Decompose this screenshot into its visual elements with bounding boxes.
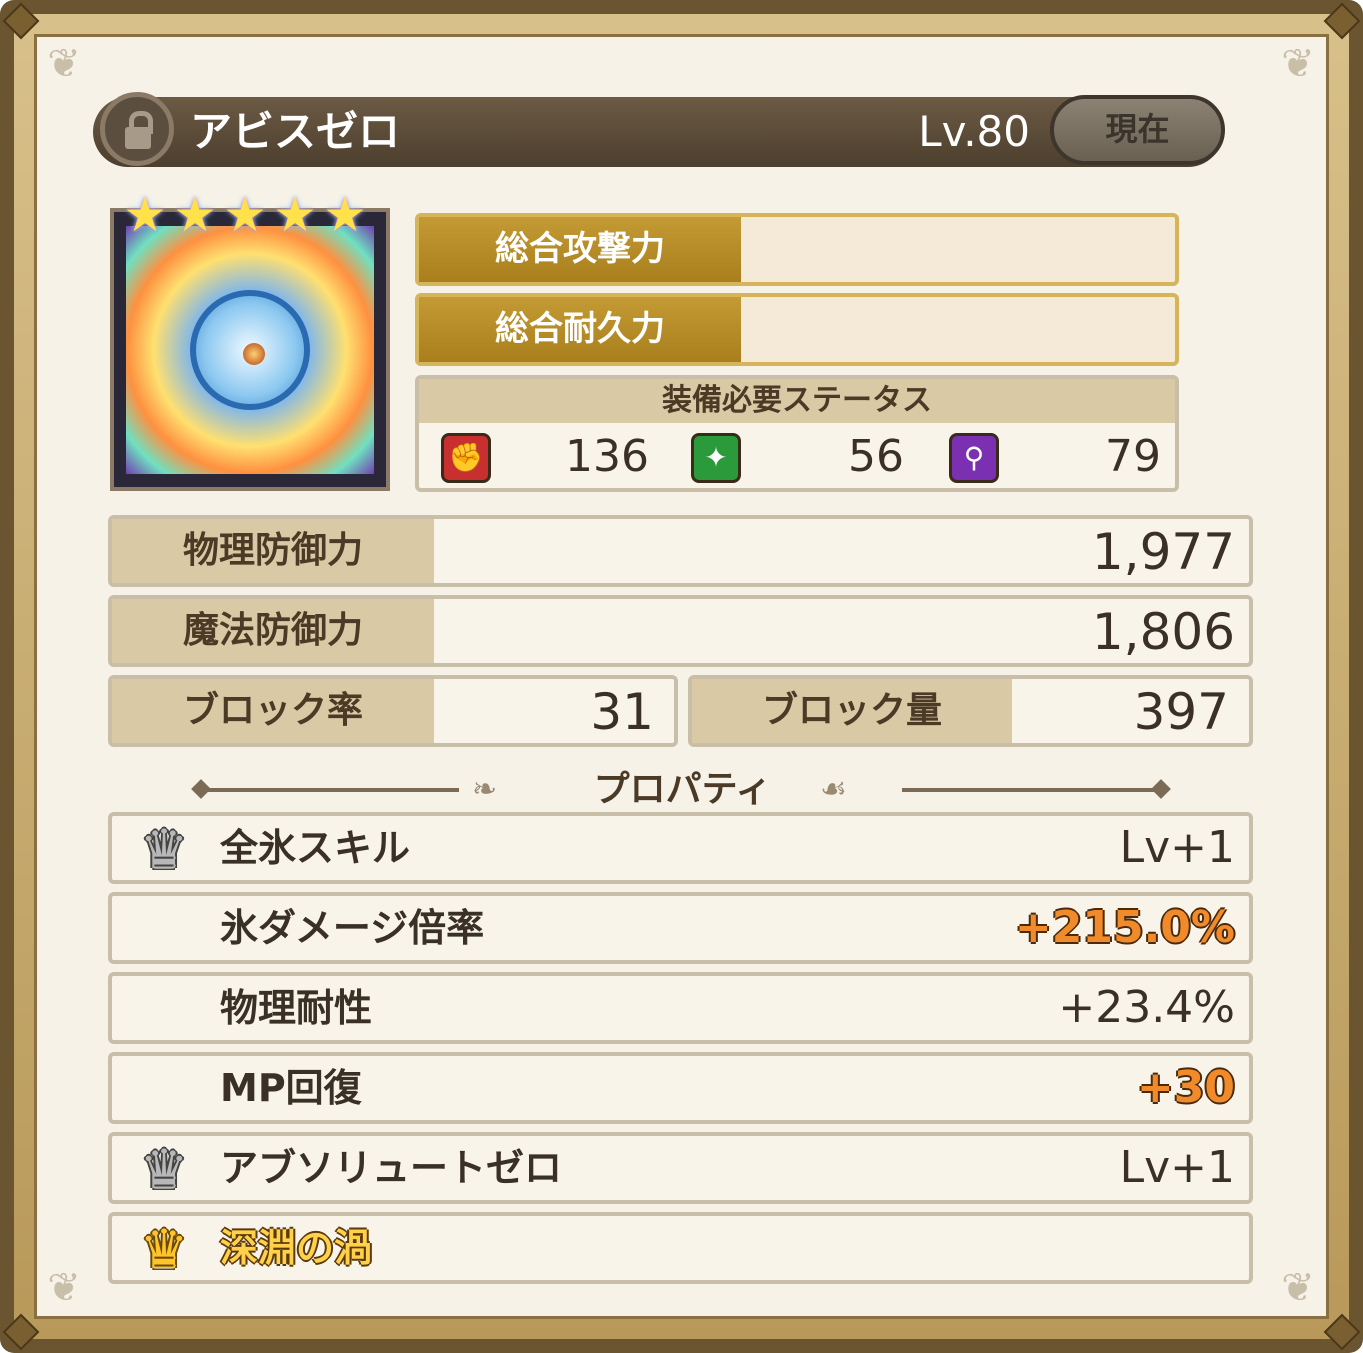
block-amount-row: ブロック量 397 xyxy=(688,675,1253,747)
lock-body xyxy=(125,127,151,149)
properties-title: プロパティ xyxy=(593,769,772,810)
properties-divider: ❧ プロパティ ☙ xyxy=(190,770,1175,810)
item-name: アビスゼロ xyxy=(190,107,401,156)
property-row: ♛ 深淵の渦 xyxy=(108,1212,1253,1284)
divider-line xyxy=(902,788,1160,792)
property-value: Lv+1 xyxy=(1119,822,1235,873)
physical-defense-label: 物理防御力 xyxy=(112,519,434,583)
corner-ornament-icon: ❦ xyxy=(47,1265,81,1311)
requirement-value: 79 xyxy=(1105,431,1161,482)
item-level: Lv.80 xyxy=(918,107,1030,156)
physical-defense-row: 物理防御力 1,977 xyxy=(108,515,1253,587)
block-rate-row: ブロック率 31 xyxy=(108,675,678,747)
property-name: 物理耐性 xyxy=(220,986,373,1030)
divider-dot xyxy=(1151,779,1171,799)
flourish-icon: ☙ xyxy=(820,772,847,807)
magic-defense-value: 1,806 xyxy=(1091,603,1235,661)
block-rate-label: ブロック率 xyxy=(112,679,434,743)
crown-icon: ♛ xyxy=(139,1138,189,1201)
property-row: 物理耐性 +23.4% xyxy=(108,972,1253,1044)
block-amount-value: 397 xyxy=(1133,683,1229,741)
total-attack-label: 総合攻撃力 xyxy=(419,217,741,282)
flourish-icon: ❧ xyxy=(472,772,498,807)
item-icon xyxy=(110,208,390,491)
shield-icon xyxy=(190,290,310,410)
block-rate-value: 31 xyxy=(590,683,654,741)
star-icon: ★ xyxy=(223,187,267,243)
property-row: ♛ 全氷スキル Lv+1 xyxy=(108,812,1253,884)
total-durability-row: 総合耐久力 xyxy=(415,293,1179,366)
item-artwork xyxy=(126,226,374,474)
divider-line xyxy=(204,788,459,792)
property-name: 全氷スキル xyxy=(220,826,411,870)
crown-icon: ♛ xyxy=(139,1218,189,1281)
property-row: ♛ アブソリュートゼロ Lv+1 xyxy=(108,1132,1253,1204)
property-name: アブソリュートゼロ xyxy=(220,1146,563,1190)
property-row: 氷ダメージ倍率 +215.0% xyxy=(108,892,1253,964)
lock-toggle[interactable] xyxy=(100,92,174,166)
magic-defense-label: 魔法防御力 xyxy=(112,599,434,663)
crown-icon: ♛ xyxy=(139,818,189,881)
star-icon: ★ xyxy=(323,187,367,243)
corner-ornament-icon: ❦ xyxy=(1281,1265,1315,1311)
requirement-value: 56 xyxy=(848,431,904,482)
sparkle-icon: ✦ xyxy=(691,433,741,483)
physical-defense-value: 1,977 xyxy=(1091,523,1235,581)
requirements-box: 装備必要ステータス ✊ 136 ✦ 56 ⚲ 79 xyxy=(415,375,1179,492)
corner-ornament-icon: ❦ xyxy=(1281,41,1315,87)
requirements-title: 装備必要ステータス xyxy=(419,379,1175,423)
requirement-value: 136 xyxy=(565,431,649,482)
property-name: 氷ダメージ倍率 xyxy=(220,906,485,950)
star-icon: ★ xyxy=(273,187,317,243)
property-name: 深淵の渦 xyxy=(220,1226,373,1270)
property-name: MP回復 xyxy=(220,1066,362,1110)
current-button[interactable]: 現在 xyxy=(1050,95,1225,165)
star-icon: ★ xyxy=(173,187,217,243)
gem-icon xyxy=(243,343,265,365)
property-value: Lv+1 xyxy=(1119,1142,1235,1193)
property-value: +30 xyxy=(1136,1062,1235,1113)
star-icon: ★ xyxy=(123,187,167,243)
fist-icon: ✊ xyxy=(441,433,491,483)
property-value: +215.0% xyxy=(1014,902,1235,953)
total-durability-label: 総合耐久力 xyxy=(419,297,741,362)
block-amount-label: ブロック量 xyxy=(692,679,1012,743)
total-attack-row: 総合攻撃力 xyxy=(415,213,1179,286)
corner-ornament-icon: ❦ xyxy=(47,41,81,87)
property-value: +23.4% xyxy=(1058,982,1235,1033)
magic-defense-row: 魔法防御力 1,806 xyxy=(108,595,1253,667)
wand-icon: ⚲ xyxy=(949,433,999,483)
property-row: MP回復 +30 xyxy=(108,1052,1253,1124)
